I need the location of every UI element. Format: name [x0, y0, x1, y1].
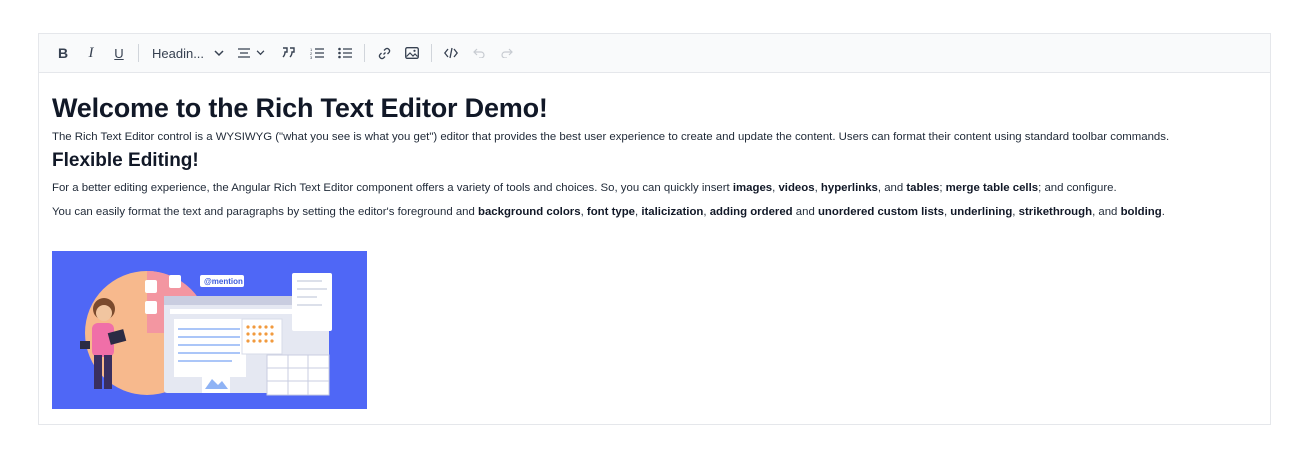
- svg-text:3: 3: [310, 55, 313, 59]
- chevron-down-icon: [214, 49, 224, 56]
- chevron-down-icon: [256, 50, 265, 56]
- toolbar-separator: [138, 44, 139, 62]
- link-icon: [378, 47, 390, 59]
- format-dropdown-label: Headin...: [152, 45, 205, 61]
- editor-demo-image[interactable]: @mention: [52, 251, 367, 409]
- formatting-paragraph: You can easily format the text and parag…: [52, 206, 1165, 218]
- insert-link-button[interactable]: [370, 39, 398, 67]
- unordered-list-button[interactable]: [331, 39, 359, 67]
- redo-icon: [501, 48, 513, 58]
- ordered-list-icon: 123: [310, 47, 325, 59]
- quote-icon: [282, 47, 295, 58]
- content-heading: Welcome to the Rich Text Editor Demo!: [52, 93, 548, 123]
- redo-button[interactable]: [493, 39, 521, 67]
- editor-content-area[interactable]: Welcome to the Rich Text Editor Demo! Th…: [39, 73, 1270, 409]
- features-paragraph: For a better editing experience, the Ang…: [52, 182, 1117, 194]
- unordered-list-icon: [338, 47, 353, 59]
- editor-toolbar: B I U Headin... 123: [39, 34, 1270, 73]
- insert-image-button[interactable]: [398, 39, 426, 67]
- undo-icon: [473, 48, 485, 58]
- italic-button[interactable]: I: [77, 39, 105, 67]
- image-icon: [405, 47, 419, 59]
- rich-text-editor: B I U Headin... 123 Welcome to the Rich …: [38, 33, 1271, 425]
- blockquote-button[interactable]: [275, 39, 303, 67]
- content-subheading: Flexible Editing!: [52, 150, 199, 171]
- code-icon: [444, 47, 459, 59]
- underline-button[interactable]: U: [105, 39, 133, 67]
- intro-paragraph: The Rich Text Editor control is a WYSIWY…: [52, 131, 1170, 143]
- bold-button[interactable]: B: [49, 39, 77, 67]
- align-center-icon: [238, 48, 251, 58]
- toolbar-separator: [364, 44, 366, 62]
- undo-button[interactable]: [465, 39, 493, 67]
- mention-badge: @mention: [204, 277, 243, 286]
- ordered-list-button[interactable]: 123: [303, 39, 331, 67]
- format-dropdown[interactable]: Headin...: [144, 46, 232, 61]
- source-code-button[interactable]: [437, 39, 465, 67]
- toolbar-separator: [431, 44, 433, 62]
- alignment-dropdown[interactable]: [232, 39, 271, 67]
